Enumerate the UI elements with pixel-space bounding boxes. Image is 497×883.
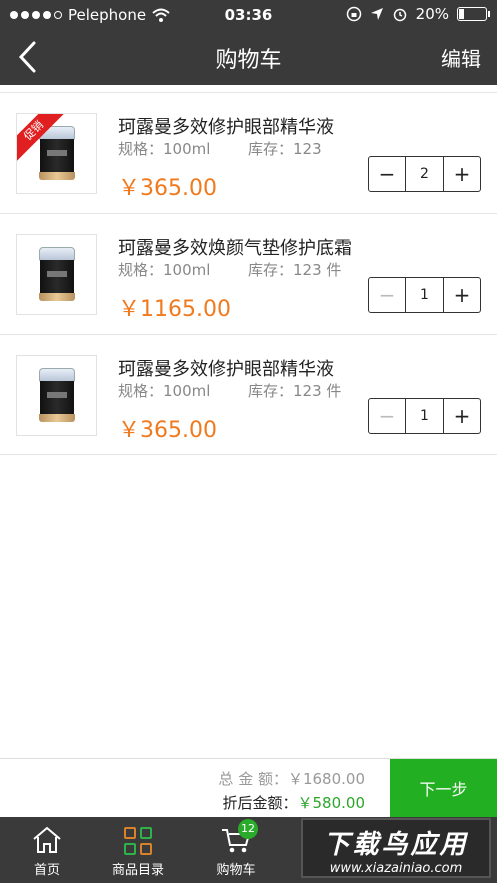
catalog-icon xyxy=(122,825,154,855)
alarm-icon xyxy=(393,8,406,22)
location-icon xyxy=(370,8,383,20)
product-price: ￥1165.00 xyxy=(118,297,231,322)
increase-button[interactable]: + xyxy=(444,278,480,312)
decrease-button[interactable]: − xyxy=(369,278,405,312)
discount-value: ￥580.00 xyxy=(297,794,366,812)
quantity-stepper: − 1 + xyxy=(368,277,481,313)
product-spec: 规格：100ml xyxy=(118,140,211,158)
product-image[interactable]: 促销 xyxy=(16,113,97,194)
tab-catalog[interactable]: 商品目录 xyxy=(93,825,183,878)
battery-icon xyxy=(457,7,490,21)
home-icon xyxy=(31,825,63,855)
discount-label: 折后金额： xyxy=(222,794,298,812)
status-bar: Pelephone 03:36 20% xyxy=(0,0,497,30)
page-title: 购物车 xyxy=(215,48,282,73)
quantity-stepper: − 1 + xyxy=(368,398,481,434)
order-summary: 总 金 额：￥1680.00 折后金额：￥580.00 下一步 xyxy=(0,758,497,817)
decrease-button[interactable]: − xyxy=(369,157,405,191)
total-value: ￥1680.00 xyxy=(287,770,365,788)
cart-item: 促销 珂露曼多效修护眼部精华液 规格：100ml 库存：123 ￥365.00 … xyxy=(0,92,497,213)
cart-badge: 12 xyxy=(238,819,258,839)
product-stock: 库存：123 件 xyxy=(248,261,342,279)
total-row: 总 金 额：￥1680.00 xyxy=(218,768,365,789)
status-right: 20% xyxy=(346,5,490,23)
total-label: 总 金 额： xyxy=(218,770,288,788)
next-step-button[interactable]: 下一步 xyxy=(390,759,497,817)
quantity-stepper: − 2 + xyxy=(368,156,481,192)
quantity-value[interactable]: 1 xyxy=(405,399,444,433)
increase-button[interactable]: + xyxy=(444,399,480,433)
cart-item: 珂露曼多效修护眼部精华液 规格：100ml 库存：123 件 ￥365.00 −… xyxy=(0,334,497,455)
tab-catalog-label: 商品目录 xyxy=(111,863,164,878)
watermark-logo: 下载鸟应用 www.xiazainiao.com xyxy=(301,818,491,878)
quantity-value[interactable]: 1 xyxy=(405,278,444,312)
product-name[interactable]: 珂露曼多效修护眼部精华液 xyxy=(118,113,334,139)
product-stock: 库存：123 件 xyxy=(248,382,342,400)
tab-cart[interactable]: 12 购物车 xyxy=(191,819,281,878)
increase-button[interactable]: + xyxy=(444,157,480,191)
cart-icon: 12 xyxy=(220,819,258,855)
product-image[interactable] xyxy=(16,355,97,436)
edit-button[interactable]: 编辑 xyxy=(441,43,481,72)
product-name[interactable]: 珂露曼多效焕颜气垫修护底霜 xyxy=(118,234,352,260)
quantity-value[interactable]: 2 xyxy=(405,157,444,191)
tab-cart-label: 购物车 xyxy=(216,863,256,878)
cart-item: 珂露曼多效焕颜气垫修护底霜 规格：100ml 库存：123 件 ￥1165.00… xyxy=(0,213,497,334)
watermark-url: www.xiazainiao.com xyxy=(329,861,463,876)
nav-bar: 购物车 编辑 xyxy=(0,30,497,85)
discount-row: 折后金额：￥580.00 xyxy=(222,792,365,813)
product-spec: 规格：100ml xyxy=(118,382,211,400)
product-name[interactable]: 珂露曼多效修护眼部精华液 xyxy=(118,355,334,381)
battery-percent: 20% xyxy=(415,5,449,23)
cream-jar-icon xyxy=(39,126,75,182)
decrease-button[interactable]: − xyxy=(369,399,405,433)
tab-home[interactable]: 首页 xyxy=(2,825,92,878)
cart-list: 促销 珂露曼多效修护眼部精华液 规格：100ml 库存：123 ￥365.00 … xyxy=(0,92,497,455)
rotation-lock-icon xyxy=(346,6,361,22)
product-spec: 规格：100ml xyxy=(118,261,211,279)
product-image[interactable] xyxy=(16,234,97,315)
product-price: ￥365.00 xyxy=(118,418,217,443)
cream-jar-icon xyxy=(39,368,75,424)
tab-home-label: 首页 xyxy=(33,863,60,878)
product-price: ￥365.00 xyxy=(118,176,217,201)
cream-jar-icon xyxy=(39,247,75,303)
product-stock: 库存：123 xyxy=(248,140,322,158)
watermark-text: 下载鸟应用 xyxy=(323,830,469,860)
